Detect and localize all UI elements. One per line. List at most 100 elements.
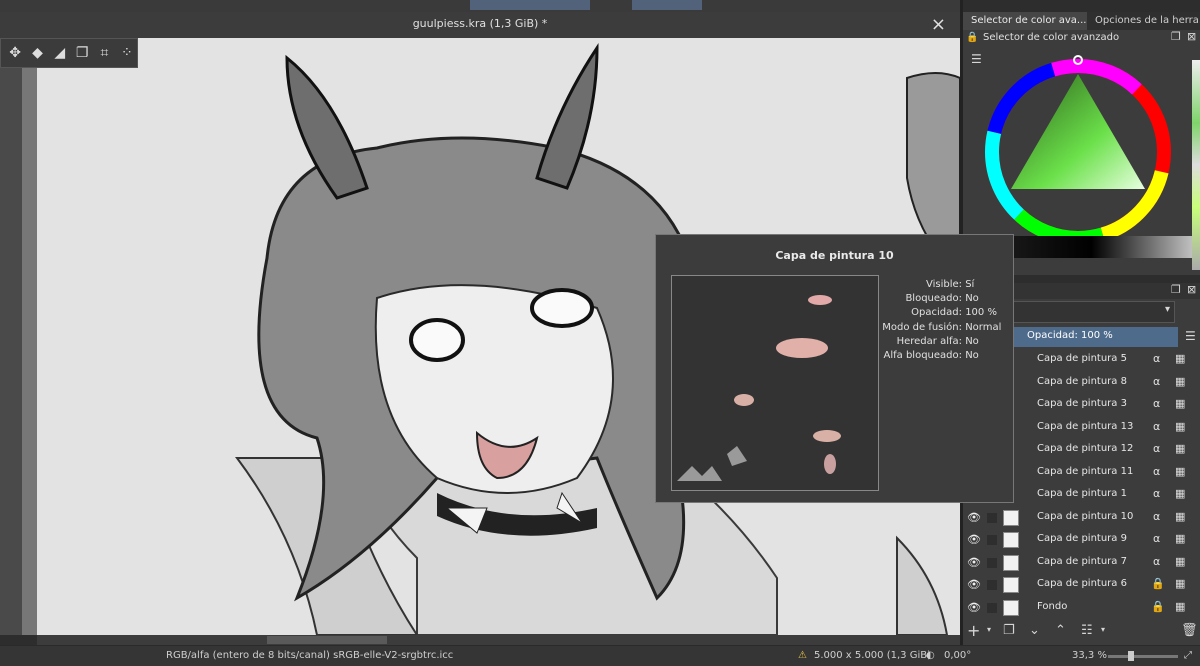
zoom-value: 33,3 % (1072, 650, 1107, 661)
layers-bottom-toolbar: + ▾ ❐ ⌄ ⌃ ☷ ▾ 🗑 (963, 621, 1200, 643)
visibility-eye-icon[interactable]: 👁 (967, 578, 981, 591)
layer-options-icon[interactable]: ☰ (1185, 329, 1196, 343)
scrollbar-thumb[interactable] (267, 636, 387, 644)
fill-icon[interactable]: ◆ (27, 42, 47, 64)
lock-icon[interactable]: 🔒 (1151, 577, 1165, 590)
alpha-lock-icon[interactable]: ▦ (1175, 397, 1185, 410)
alpha-lock-icon[interactable]: ▦ (1175, 442, 1185, 455)
alpha-icon[interactable]: α (1153, 352, 1160, 365)
layer-row[interactable]: 👁 Capa de pintura 6 🔒 ▦ (965, 574, 1200, 596)
document-tab[interactable]: guulpiess.kra (1,3 GiB) * × (0, 12, 960, 38)
layer-row[interactable]: 👁 Capa de pintura 10 α ▦ (965, 507, 1200, 529)
layer-name: Capa de pintura 5 (1037, 353, 1127, 364)
more-icon[interactable]: ⁘ (117, 42, 137, 64)
left-panel (0, 38, 22, 635)
alpha-lock-icon[interactable]: ▦ (1175, 352, 1185, 365)
toolbar-block[interactable] (632, 0, 702, 10)
alpha-lock-icon[interactable]: ▦ (1175, 532, 1185, 545)
duplicate-layer-icon[interactable]: ❐ (1003, 623, 1015, 638)
rotation-icon[interactable]: ◐ (926, 650, 935, 661)
zoom-slider-handle[interactable] (1128, 651, 1134, 661)
layer-row[interactable]: 👁 Capa de pintura 9 α ▦ (965, 529, 1200, 551)
close-panel-icon[interactable]: ⊠ (1187, 283, 1196, 296)
visibility-eye-icon[interactable]: 👁 (967, 556, 981, 569)
alpha-icon[interactable]: α (1153, 487, 1160, 500)
move-up-icon[interactable]: ⌃ (1055, 623, 1066, 638)
layer-select-checkbox[interactable] (987, 557, 997, 568)
prop-opacity: Opacidad: 100 % (911, 307, 997, 319)
visibility-eye-icon[interactable]: 👁 (967, 601, 981, 614)
eraser-icon[interactable]: ◢ (50, 42, 70, 64)
close-document-icon[interactable]: × (931, 14, 946, 35)
value-slider[interactable] (1003, 236, 1200, 258)
chevron-down-icon[interactable]: ▾ (987, 625, 991, 634)
float-panel-icon[interactable]: ❐ (1171, 283, 1181, 296)
layer-thumbnail (1003, 509, 1019, 526)
alpha-lock-icon[interactable]: ▦ (1175, 487, 1185, 500)
layer-row[interactable]: 👁 Capa de pintura 7 α ▦ (965, 552, 1200, 574)
alpha-lock-icon[interactable]: ▦ (1175, 375, 1185, 388)
opacity-slider[interactable]: Opacidad: 100 % (1013, 327, 1178, 347)
layer-name: Capa de pintura 1 (1037, 488, 1127, 499)
alpha-icon[interactable]: α (1153, 397, 1160, 410)
layer-name: Fondo (1037, 600, 1068, 612)
prop-inherit-alpha: Heredar alfa: No (896, 335, 979, 347)
layer-name: Capa de pintura 11 (1037, 465, 1134, 477)
document-title: guulpiess.kra (1,3 GiB) * (412, 17, 548, 30)
fullscreen-icon[interactable]: ⤢ (1184, 650, 1192, 661)
transform-icon[interactable]: ❐ (72, 42, 92, 64)
horizontal-scrollbar[interactable] (37, 635, 960, 645)
alpha-icon[interactable]: α (1153, 375, 1160, 388)
layer-name: Capa de pintura 8 (1037, 375, 1127, 387)
chevron-down-icon[interactable]: ▾ (1101, 625, 1105, 634)
alpha-lock-icon[interactable]: ▦ (1175, 555, 1185, 568)
move-down-icon[interactable]: ⌄ (1029, 623, 1040, 638)
alpha-lock-icon[interactable]: ▦ (1175, 600, 1185, 613)
alpha-icon[interactable]: α (1153, 465, 1160, 478)
image-size: 5.000 x 5.000 (1,3 GiB) (814, 650, 931, 661)
blend-mode-select[interactable]: ▾ (1013, 301, 1175, 323)
layer-row[interactable]: 👁 Fondo 🔒 ▦ (965, 597, 1200, 619)
tab-color-selector[interactable]: Selector de color ava... (963, 12, 1087, 30)
alpha-lock-icon[interactable]: ▦ (1175, 420, 1185, 433)
color-selector-title: Selector de color avanzado (983, 32, 1120, 43)
alpha-lock-icon[interactable]: ▦ (1175, 510, 1185, 523)
layer-name: Capa de pintura 9 (1037, 533, 1127, 544)
alpha-lock-icon[interactable]: ▦ (1175, 577, 1185, 590)
alpha-icon[interactable]: α (1153, 532, 1160, 545)
lock-icon[interactable]: 🔒 (966, 32, 978, 43)
warning-icon: ⚠ (798, 650, 807, 661)
toolbar-block[interactable] (470, 0, 590, 10)
layer-thumbnail (1003, 577, 1019, 593)
layer-select-checkbox[interactable] (987, 602, 997, 613)
float-panel-icon[interactable]: ❐ (1171, 30, 1181, 43)
alpha-icon[interactable]: α (1153, 555, 1160, 568)
layer-properties-icon[interactable]: ☷ (1081, 623, 1093, 638)
alpha-lock-icon[interactable]: ▦ (1175, 465, 1185, 478)
layer-select-checkbox[interactable] (987, 580, 997, 590)
color-history-strip[interactable] (1192, 60, 1200, 270)
alpha-icon[interactable]: α (1153, 420, 1160, 433)
close-panel-icon[interactable]: ⊠ (1187, 30, 1196, 43)
add-layer-icon[interactable]: + (967, 621, 980, 640)
alpha-icon[interactable]: α (1153, 442, 1160, 455)
layer-name: Capa de pintura 13 (1037, 420, 1134, 432)
lock-icon[interactable]: 🔒 (1151, 600, 1165, 613)
zoom-slider[interactable] (1108, 651, 1178, 661)
layer-tooltip: Capa de pintura 10 Visible: Sí Bloqueado… (655, 234, 1014, 503)
layer-name: Capa de pintura 7 (1037, 555, 1127, 567)
visibility-eye-icon[interactable]: 👁 (967, 511, 981, 524)
layer-select-checkbox[interactable] (987, 535, 997, 545)
alpha-icon[interactable]: α (1153, 510, 1160, 523)
crop-icon[interactable]: ⌗ (94, 42, 114, 64)
floating-toolbox: ✥ ◆ ◢ ❐ ⌗ ⁘ (0, 38, 138, 68)
layer-name: Capa de pintura 6 (1037, 578, 1127, 589)
visibility-eye-icon[interactable]: 👁 (967, 533, 981, 546)
delete-layer-icon[interactable]: 🗑 (1181, 623, 1198, 638)
layer-preview (671, 275, 879, 491)
color-wheel[interactable] (980, 54, 1176, 250)
layer-name: Capa de pintura 3 (1037, 398, 1127, 409)
move-icon[interactable]: ✥ (5, 42, 25, 64)
layer-select-checkbox[interactable] (987, 512, 997, 523)
tab-tool-options[interactable]: Opciones de la herra... (1087, 12, 1200, 30)
